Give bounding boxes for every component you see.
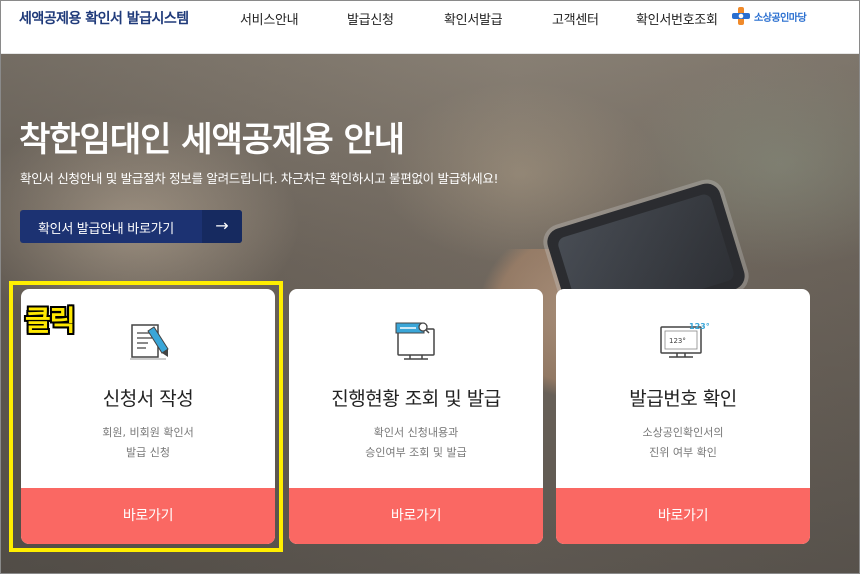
arrow-right-icon: → — [202, 210, 242, 243]
click-annotation-label: 클릭 — [25, 304, 76, 337]
sbiz-logo[interactable]: 소상공인마당 — [731, 6, 807, 26]
plus-circle-icon — [731, 6, 751, 26]
card-title: 발급번호 확인 — [629, 388, 737, 410]
go-button[interactable]: 바로가기 — [289, 488, 543, 544]
nav-service-info[interactable]: 서비스안내 — [240, 9, 299, 28]
nav-issue[interactable]: 확인서발급 — [444, 9, 503, 28]
card-description: 소상공인확인서의 진위 여부 확인 — [642, 426, 724, 459]
svg-text:123°: 123° — [689, 322, 709, 331]
site-brand[interactable]: 세액공제용 확인서 발급시스템 — [19, 8, 189, 28]
monitor-number-icon: 123° 123° — [657, 319, 710, 363]
monitor-search-icon — [390, 319, 442, 363]
card-status-lookup[interactable]: 진행현황 조회 및 발급 확인서 신청내용과 승인여부 조회 및 발급 바로가기 — [289, 289, 543, 544]
hero-title: 착한임대인 세액공제용 안내 — [19, 120, 405, 160]
svg-text:123°: 123° — [669, 337, 686, 345]
site-header: 세액공제용 확인서 발급시스템 서비스안내 발급신청 확인서발급 고객센터 확인… — [1, 1, 859, 54]
nav-number-lookup[interactable]: 확인서번호조회 — [636, 9, 718, 28]
browser-frame: 세액공제용 확인서 발급시스템 서비스안내 발급신청 확인서발급 고객센터 확인… — [0, 0, 860, 574]
card-number-check[interactable]: 123° 123° 발급번호 확인 소상공인확인서의 진위 여부 확인 바로가기 — [556, 289, 810, 544]
logo-text: 소상공인마당 — [754, 12, 807, 24]
issue-guide-label: 확인서 발급안내 바로가기 — [38, 222, 174, 237]
issue-guide-button[interactable]: 확인서 발급안내 바로가기 → — [20, 210, 242, 243]
card-description: 확인서 신청내용과 승인여부 조회 및 발급 — [365, 426, 467, 459]
nav-apply[interactable]: 발급신청 — [347, 9, 394, 28]
hero-subtitle: 확인서 신청안내 및 발급절차 정보를 알려드립니다. 차근차근 확인하시고 불… — [20, 171, 499, 186]
go-button[interactable]: 바로가기 — [556, 488, 810, 544]
nav-customer-center[interactable]: 고객센터 — [552, 9, 599, 28]
card-title: 진행현황 조회 및 발급 — [331, 388, 501, 410]
